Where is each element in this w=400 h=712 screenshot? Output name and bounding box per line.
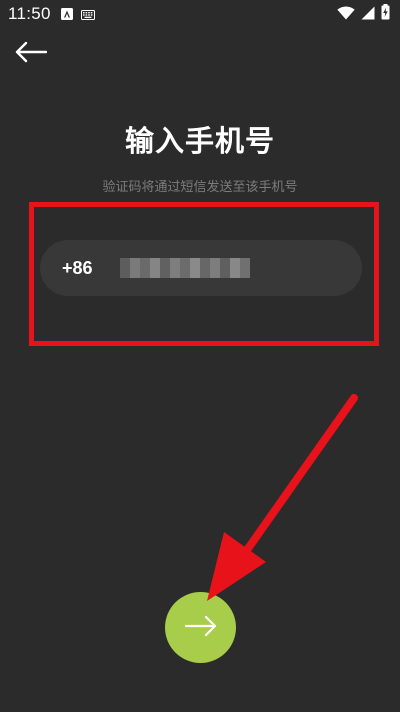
battery-charging-icon bbox=[381, 4, 390, 24]
page-title: 输入手机号 bbox=[124, 124, 275, 158]
status-system-icons bbox=[337, 4, 390, 24]
arrow-right-icon bbox=[184, 615, 217, 641]
signal-icon bbox=[361, 5, 375, 24]
status-bar: 11:50 bbox=[0, 0, 400, 28]
status-time: 11:50 bbox=[8, 4, 51, 23]
app-notification-icon bbox=[60, 5, 73, 24]
status-notification-icons bbox=[60, 5, 95, 24]
next-button[interactable] bbox=[165, 592, 236, 663]
page-subtitle: 验证码将通过短信发送至该手机号 bbox=[102, 180, 298, 195]
keyboard-icon bbox=[80, 5, 95, 24]
wifi-icon bbox=[337, 5, 355, 24]
back-button[interactable] bbox=[14, 40, 48, 68]
arrow-left-icon bbox=[15, 41, 48, 67]
annotation-highlight-box bbox=[29, 202, 379, 346]
